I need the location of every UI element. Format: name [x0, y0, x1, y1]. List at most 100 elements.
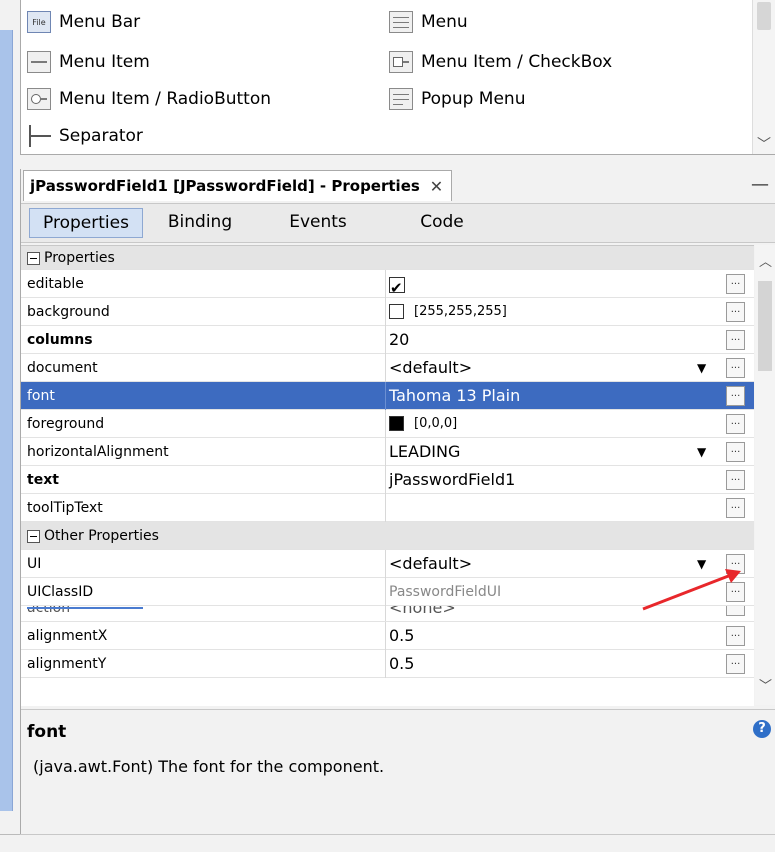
- palette-item-menu-bar[interactable]: File Menu Bar: [27, 8, 140, 36]
- palette-item-menu-item[interactable]: Menu Item: [27, 48, 150, 76]
- left-panel-divider: [0, 834, 20, 835]
- property-name: document: [27, 360, 98, 376]
- property-value-text: [0,0,0]: [414, 416, 458, 431]
- scroll-up-icon[interactable]: ︿: [759, 251, 772, 270]
- tab-code[interactable]: Code: [397, 208, 487, 236]
- separator-icon: [27, 125, 51, 147]
- palette-item-popup-menu[interactable]: Popup Menu: [389, 85, 525, 113]
- palette-item-menu[interactable]: Menu: [389, 8, 468, 36]
- close-icon[interactable]: ✕: [430, 177, 443, 196]
- color-swatch: [389, 304, 404, 319]
- tab-binding[interactable]: Binding: [155, 208, 245, 236]
- property-row-tooltip-text[interactable]: toolTipText ...: [21, 494, 754, 522]
- properties-tabs: Properties Binding Events Code: [21, 204, 775, 243]
- property-name: columns: [27, 332, 93, 348]
- left-panel-edge: [0, 30, 13, 811]
- property-value-text: [255,255,255]: [414, 304, 507, 319]
- property-name: alignmentY: [27, 656, 107, 672]
- minimize-icon[interactable]: —: [751, 174, 769, 195]
- palette-item-label: Menu Item / CheckBox: [421, 52, 613, 72]
- customize-button[interactable]: ...: [726, 330, 745, 350]
- property-sheet-scroll-thumb[interactable]: [758, 281, 772, 371]
- bottom-status-strip: [20, 834, 775, 852]
- palette-scroll-thumb[interactable]: [757, 2, 771, 30]
- customize-button[interactable]: ...: [726, 470, 745, 490]
- property-name: editable: [27, 276, 84, 292]
- palette-item-label: Menu Item / RadioButton: [59, 89, 272, 109]
- dropdown-arrow-icon[interactable]: ▼: [697, 438, 706, 466]
- tab-label: Events: [289, 212, 347, 232]
- customize-button[interactable]: ...: [726, 442, 745, 462]
- palette-item-menu-item-radiobutton[interactable]: Menu Item / RadioButton: [27, 85, 271, 113]
- customize-button[interactable]: ...: [726, 302, 745, 322]
- property-row-background[interactable]: background [255,255,255] ...: [21, 298, 754, 326]
- property-row-text[interactable]: text jPasswordField1 ...: [21, 466, 754, 494]
- category-properties[interactable]: Properties: [21, 246, 754, 270]
- font-customize-button[interactable]: ...: [726, 386, 745, 406]
- dropdown-arrow-icon[interactable]: ▼: [697, 354, 706, 382]
- property-value[interactable]: [389, 270, 709, 302]
- category-label: Other Properties: [27, 522, 377, 550]
- help-icon[interactable]: ?: [753, 720, 771, 738]
- color-swatch: [389, 416, 404, 431]
- property-row-document[interactable]: document <default> ▼ ...: [21, 354, 754, 382]
- description-title: font: [27, 722, 67, 742]
- tab-label: Code: [420, 212, 464, 232]
- property-row-alignment-x[interactable]: alignmentX 0.5 ...: [21, 622, 754, 650]
- property-value[interactable]: Tahoma 13 Plain: [389, 382, 709, 410]
- palette-item-label: Menu: [421, 12, 468, 32]
- property-name: text: [27, 472, 59, 488]
- customize-button[interactable]: ...: [726, 414, 745, 434]
- collapse-icon[interactable]: [27, 529, 40, 543]
- drag-indicator: [27, 607, 143, 609]
- window-title: jPasswordField1 [JPasswordField] - Prope…: [30, 177, 420, 195]
- property-row-font[interactable]: font Tahoma 13 Plain ...: [21, 382, 754, 410]
- collapse-icon[interactable]: [27, 251, 40, 265]
- palette-item-label: Menu Bar: [59, 12, 141, 32]
- property-name: toolTipText: [27, 500, 103, 516]
- property-row-alignment-y[interactable]: alignmentY 0.5 ...: [21, 650, 754, 678]
- scroll-down-icon[interactable]: ﹀: [757, 134, 771, 154]
- properties-title-bar: jPasswordField1 [JPasswordField] - Prope…: [21, 169, 775, 204]
- customize-button[interactable]: ...: [726, 498, 745, 518]
- scroll-down-icon[interactable]: ﹀: [759, 675, 772, 694]
- palette-item-label: Menu Item: [59, 52, 150, 72]
- palette-item-label: Separator: [59, 126, 143, 146]
- popup-menu-icon: [389, 88, 413, 110]
- customize-button[interactable]: ...: [726, 626, 745, 646]
- customize-button[interactable]: ...: [726, 654, 745, 674]
- tab-label: Properties: [43, 213, 129, 233]
- properties-window-tab[interactable]: jPasswordField1 [JPasswordField] - Prope…: [23, 170, 453, 201]
- tab-events[interactable]: Events: [273, 208, 363, 236]
- property-value[interactable]: [0,0,0]: [389, 410, 709, 438]
- component-palette: File Menu Bar Menu Menu Item Menu Item /…: [20, 0, 775, 155]
- property-row-foreground[interactable]: foreground [0,0,0] ...: [21, 410, 754, 438]
- palette-item-menu-item-checkbox[interactable]: Menu Item / CheckBox: [389, 48, 612, 76]
- property-value[interactable]: <default>: [389, 354, 709, 382]
- palette-scrollbar[interactable]: ﹀: [752, 0, 775, 154]
- property-row-horizontal-alignment[interactable]: horizontalAlignment LEADING ▼ ...: [21, 438, 754, 466]
- property-value[interactable]: 0.5: [389, 622, 709, 650]
- menu-item-checkbox-icon: [389, 51, 413, 73]
- editable-checkbox[interactable]: [389, 274, 405, 302]
- property-value[interactable]: 0.5: [389, 650, 709, 678]
- tab-label: Binding: [167, 212, 233, 232]
- property-row-columns[interactable]: columns 20 ...: [21, 326, 754, 354]
- property-sheet-scrollbar[interactable]: ︿ ﹀: [755, 245, 775, 705]
- property-value[interactable]: LEADING: [389, 438, 709, 466]
- property-value[interactable]: [255,255,255]: [389, 298, 709, 326]
- menubar-icon-text: File: [32, 17, 46, 27]
- menu-icon: [389, 11, 413, 33]
- description-text: (java.awt.Font) The font for the compone…: [33, 757, 385, 776]
- customize-button[interactable]: ...: [726, 274, 745, 294]
- category-other-properties[interactable]: Other Properties: [21, 522, 754, 550]
- customize-button[interactable]: ...: [726, 358, 745, 378]
- property-row-editable[interactable]: editable ...: [21, 270, 754, 302]
- property-name: horizontalAlignment: [27, 444, 169, 460]
- palette-item-separator[interactable]: Separator: [27, 122, 143, 150]
- tab-properties[interactable]: Properties: [29, 208, 143, 238]
- property-value[interactable]: 20: [389, 326, 709, 354]
- property-value[interactable]: jPasswordField1: [389, 466, 709, 494]
- property-sheet: Properties editable ... background [255,…: [21, 245, 754, 706]
- palette-item-label: Popup Menu: [421, 89, 526, 109]
